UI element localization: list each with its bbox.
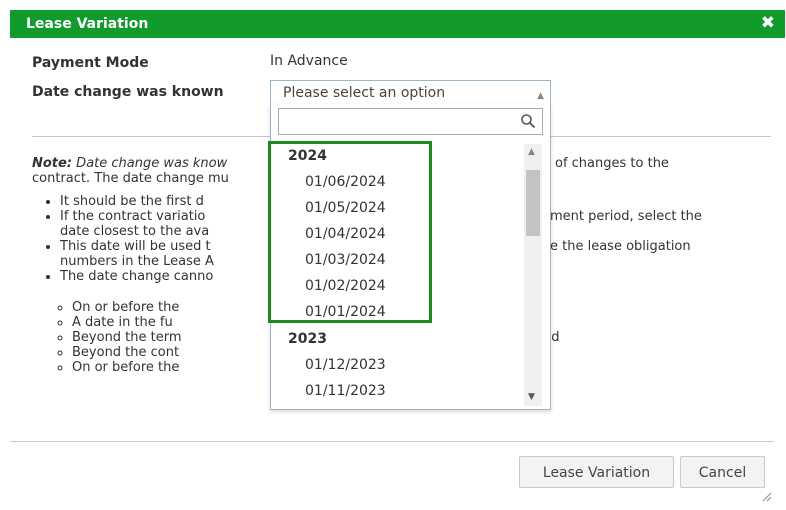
- dropdown-search-input[interactable]: [285, 111, 509, 133]
- scroll-up-icon[interactable]: ▲: [528, 147, 535, 157]
- note-line1-tail: of changes to the: [555, 156, 669, 171]
- scrollbar-thumb[interactable]: [526, 170, 540, 236]
- option-01-06-2024[interactable]: 01/06/2024: [305, 174, 386, 190]
- dropdown-scrollbar[interactable]: ▲ ▼: [524, 144, 542, 406]
- close-icon[interactable]: ✖: [761, 13, 775, 33]
- dialog-title: Lease Variation: [26, 16, 149, 32]
- date-change-label: Date change was known: [32, 84, 224, 100]
- section-divider: [32, 136, 270, 137]
- date-change-select[interactable]: Please select an option ▲: [270, 80, 551, 106]
- search-icon: [521, 114, 536, 129]
- dropdown-search-box: [278, 108, 543, 135]
- option-group-2023: 2023: [288, 331, 327, 347]
- option-01-02-2024[interactable]: 01/02/2024: [305, 278, 386, 294]
- option-01-12-2023[interactable]: 01/12/2023: [305, 357, 386, 373]
- option-01-03-2024[interactable]: 01/03/2024: [305, 252, 386, 268]
- select-arrow-icon: ▲: [537, 91, 544, 101]
- footer-divider: [10, 441, 774, 442]
- note-bold: Note:: [32, 156, 73, 171]
- dropdown-options: 2024 01/06/2024 01/05/2024 01/04/2024 01…: [271, 144, 521, 404]
- payment-mode-value: In Advance: [270, 53, 348, 69]
- payment-mode-label: Payment Mode: [32, 55, 149, 71]
- option-group-2024: 2024: [288, 148, 327, 164]
- option-01-05-2024[interactable]: 01/05/2024: [305, 200, 386, 216]
- select-placeholder: Please select an option: [283, 85, 446, 101]
- option-01-11-2023[interactable]: 01/11/2023: [305, 383, 386, 399]
- date-dropdown-list: 2024 01/06/2024 01/05/2024 01/04/2024 01…: [270, 104, 551, 410]
- option-01-01-2024[interactable]: 01/01/2024: [305, 304, 386, 320]
- lease-variation-dialog: Lease Variation ✖ Payment Mode In Advanc…: [0, 0, 786, 510]
- option-01-04-2024[interactable]: 01/04/2024: [305, 226, 386, 242]
- resize-grip-icon[interactable]: [760, 490, 772, 502]
- dialog-titlebar: Lease Variation ✖: [10, 10, 785, 38]
- note-italic: Date change was know: [72, 156, 228, 171]
- cancel-button[interactable]: Cancel: [680, 456, 765, 488]
- scroll-down-icon[interactable]: ▼: [528, 392, 535, 402]
- section-divider-right: [551, 136, 771, 137]
- lease-variation-button[interactable]: Lease Variation: [519, 456, 674, 488]
